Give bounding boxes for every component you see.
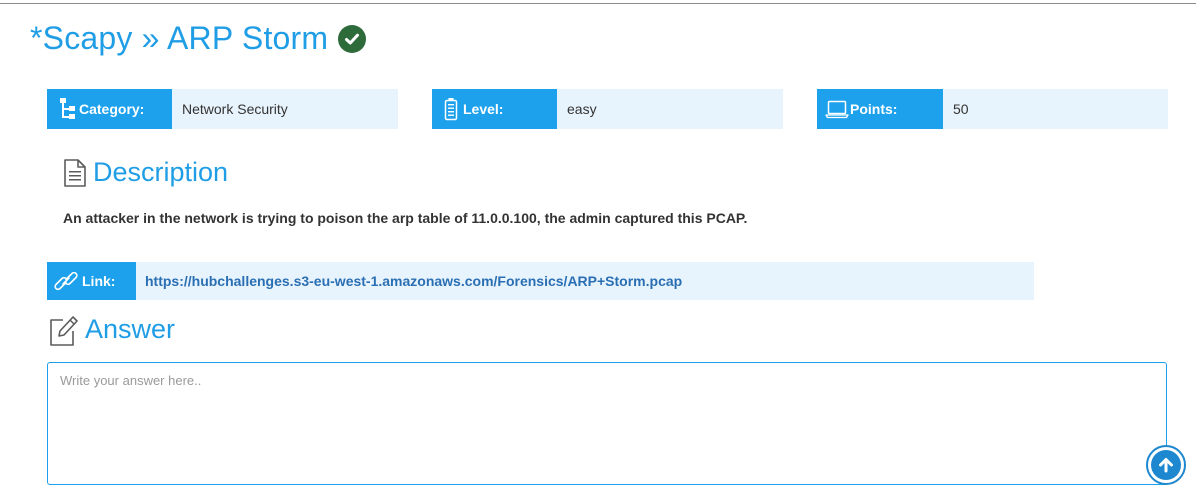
level-value-box: easy <box>557 89 783 129</box>
top-divider <box>0 3 1196 4</box>
description-heading: Description <box>93 157 229 187</box>
level-tag: Level: <box>432 89 557 129</box>
challenge-file-link[interactable]: https://hubchallenges.s3-eu-west-1.amazo… <box>145 273 682 289</box>
link-tag: Link: <box>47 262 136 300</box>
level-label: Level: <box>463 101 504 117</box>
answer-heading-row: Answer <box>49 311 175 347</box>
answer-input[interactable] <box>47 362 1167 485</box>
category-label: Category: <box>79 101 145 117</box>
chain-link-icon <box>54 269 78 293</box>
points-tag: Points: <box>817 89 943 129</box>
check-circle-icon <box>338 24 367 53</box>
document-icon <box>63 158 87 188</box>
category-value: Network Security <box>182 101 288 117</box>
arrow-up-circle-icon <box>1151 450 1181 480</box>
edit-icon <box>49 311 79 347</box>
link-label: Link: <box>82 273 116 289</box>
battery-icon <box>444 97 458 121</box>
challenge-title: *Scapy » ARP Storm <box>30 20 329 56</box>
answer-heading: Answer <box>85 313 176 344</box>
category-tag: Category: <box>47 89 172 129</box>
level-value: easy <box>567 101 597 117</box>
challenge-title-row: *Scapy » ARP Storm <box>30 20 367 57</box>
submit-answer-button[interactable] <box>1146 445 1186 485</box>
points-label: Points: <box>850 101 898 117</box>
category-value-box: Network Security <box>172 89 398 129</box>
challenge-page: *Scapy » ARP Storm Category: Network Sec… <box>0 0 1196 495</box>
points-value-box: 50 <box>943 89 1168 129</box>
points-value: 50 <box>953 101 969 117</box>
description-text: An attacker in the network is trying to … <box>63 210 748 226</box>
description-heading-row: Description <box>63 157 228 188</box>
sitemap-icon <box>59 97 76 121</box>
link-value-box: https://hubchallenges.s3-eu-west-1.amazo… <box>136 262 1034 300</box>
laptop-icon <box>825 99 849 119</box>
